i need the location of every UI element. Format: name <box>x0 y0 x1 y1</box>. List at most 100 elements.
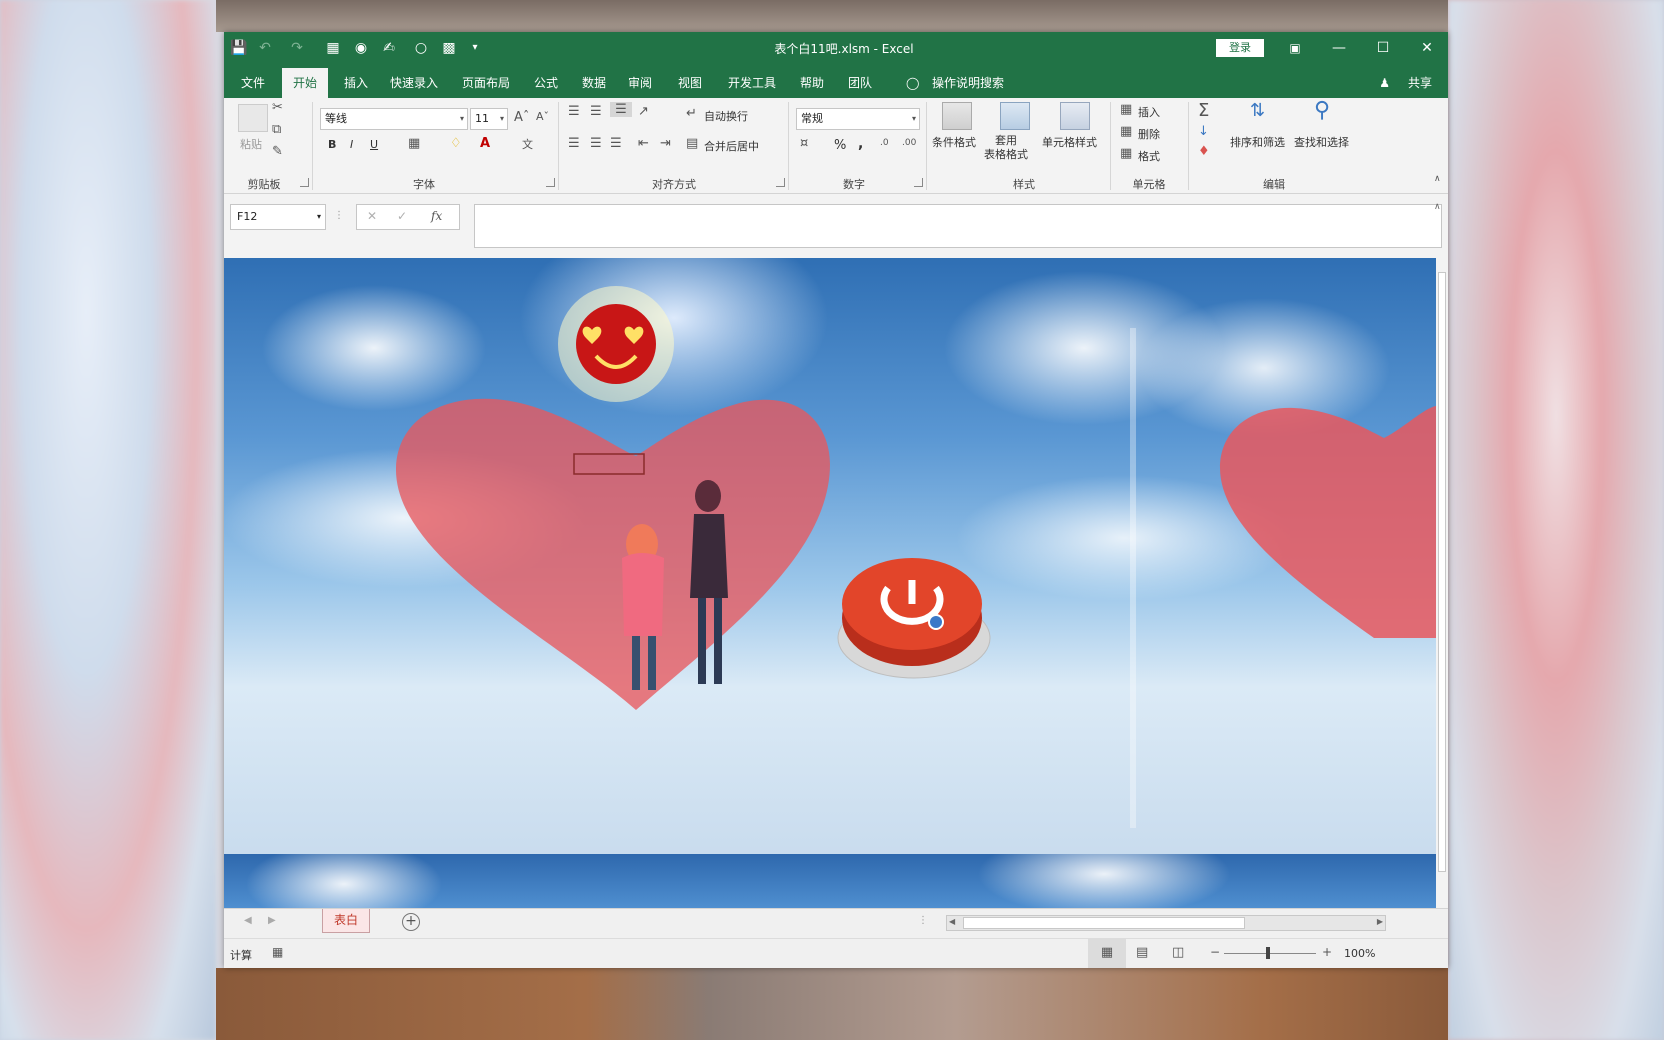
customize-icon[interactable]: ▾ <box>464 38 486 58</box>
prev-sheet-icon[interactable]: ◀ <box>244 915 252 926</box>
align-left-icon[interactable]: ☰ <box>568 136 580 151</box>
delete-cells-button[interactable]: 删除 <box>1138 126 1160 142</box>
font-size-select[interactable]: 11 ▾ <box>470 108 508 130</box>
format-cells-button[interactable]: 格式 <box>1138 148 1160 164</box>
insert-cells-button[interactable]: 插入 <box>1138 104 1160 120</box>
ribbon-display-icon[interactable]: ▣ <box>1282 38 1308 58</box>
form-icon[interactable]: ✍ <box>378 38 400 58</box>
tab-view[interactable]: 视图 <box>674 72 706 98</box>
cell-styles-button[interactable]: 单元格样式 <box>1042 134 1097 150</box>
currency-icon[interactable]: ¤ <box>800 136 808 151</box>
tell-me-search[interactable]: 操作说明搜索 <box>932 72 1004 94</box>
format-cells-icon[interactable]: ▦ <box>1120 146 1132 161</box>
close-icon[interactable]: ✕ <box>1414 38 1440 58</box>
find-select-icon[interactable]: ⚲ <box>1314 98 1330 123</box>
tab-home[interactable]: 开始 <box>282 68 328 98</box>
calculate-status[interactable]: 计算 <box>230 947 252 963</box>
smiley-icon[interactable] <box>576 304 656 384</box>
tab-page-layout[interactable]: 页面布局 <box>458 72 514 98</box>
align-top-icon[interactable]: ☰ <box>568 104 580 119</box>
name-box[interactable]: F12 ▾ <box>230 204 326 230</box>
format-painter-icon[interactable]: ✎ <box>272 144 283 159</box>
page-break-view-icon[interactable]: ◫ <box>1172 945 1184 960</box>
tab-file[interactable]: 文件 <box>238 72 268 98</box>
decrease-font-icon[interactable]: Aˇ <box>536 110 549 123</box>
tab-quick-input[interactable]: 快速录入 <box>386 72 442 98</box>
maximize-icon[interactable]: ☐ <box>1370 38 1396 58</box>
comma-button[interactable]: , <box>858 136 863 152</box>
zoom-in-icon[interactable]: + <box>1322 945 1332 959</box>
table-icon[interactable]: ▦ <box>322 38 344 58</box>
paste-icon[interactable] <box>238 104 268 132</box>
tab-developer[interactable]: 开发工具 <box>724 72 780 98</box>
undo-icon[interactable]: ↶ <box>254 38 276 58</box>
clear-icon[interactable]: ♦ <box>1198 144 1210 159</box>
tab-insert[interactable]: 插入 <box>340 72 372 98</box>
number-format-select[interactable]: 常规 ▾ <box>796 108 920 130</box>
redo-icon[interactable]: ↷ <box>286 38 308 58</box>
format-as-table-button[interactable]: 套用 表格格式 <box>984 134 1028 162</box>
scroll-right-icon[interactable]: ▶ <box>1377 917 1383 926</box>
conditional-format-icon[interactable] <box>942 102 972 130</box>
horizontal-scrollbar[interactable]: ◀ ▶ <box>946 915 1386 931</box>
cancel-icon[interactable]: ✕ <box>367 209 377 223</box>
number-launcher[interactable] <box>914 178 923 187</box>
cell-styles-icon[interactable] <box>1060 102 1090 130</box>
tab-formulas[interactable]: 公式 <box>530 72 562 98</box>
clipboard-launcher[interactable] <box>300 178 309 187</box>
font-color-icon[interactable]: A <box>480 136 490 151</box>
conditional-format-button[interactable]: 条件格式 <box>932 134 976 150</box>
formula-bar-splitter[interactable]: ⋮ <box>334 210 344 221</box>
paste-label[interactable]: 粘贴 <box>240 136 262 152</box>
increase-decimal-icon[interactable]: .0 <box>880 138 889 148</box>
scroll-left-icon[interactable]: ◀ <box>949 917 955 926</box>
italic-button[interactable]: I <box>350 138 353 151</box>
tab-review[interactable]: 审阅 <box>624 72 656 98</box>
sheet-tab-biaobai[interactable]: 表白 <box>322 909 370 933</box>
expand-formula-icon[interactable]: ∧ <box>1434 202 1441 212</box>
macro-record-icon[interactable]: ▦ <box>272 945 283 959</box>
orientation-icon[interactable]: ↗ <box>638 104 649 119</box>
autosum-icon[interactable]: Σ <box>1198 100 1209 121</box>
increase-indent-icon[interactable]: ⇥ <box>660 136 671 151</box>
decrease-decimal-icon[interactable]: .00 <box>902 138 916 148</box>
collapse-ribbon-icon[interactable]: ∧ <box>1434 174 1441 184</box>
circle-icon[interactable]: ○ <box>410 38 432 58</box>
tab-splitter[interactable]: ⋮ <box>918 915 928 926</box>
worksheet-area[interactable] <box>224 258 1436 908</box>
chart-icon[interactable]: ▩ <box>438 38 460 58</box>
merge-center-button[interactable]: 合并后居中 <box>704 138 759 154</box>
sort-filter-icon[interactable]: ⇅ <box>1250 100 1265 121</box>
page-layout-view-icon[interactable]: ▤ <box>1136 945 1148 960</box>
format-as-table-icon[interactable] <box>1000 102 1030 130</box>
share-button[interactable]: 共享 <box>1408 72 1432 94</box>
wrap-text-button[interactable]: 自动换行 <box>704 108 748 124</box>
percent-button[interactable]: % <box>834 138 846 153</box>
insert-function-icon[interactable]: fx <box>431 209 442 223</box>
tab-data[interactable]: 数据 <box>578 72 610 98</box>
find-select-button[interactable]: 查找和选择 <box>1294 134 1349 150</box>
zoom-slider-thumb[interactable] <box>1266 947 1270 959</box>
font-name-select[interactable]: 等线 ▾ <box>320 108 468 130</box>
font-launcher[interactable] <box>546 178 555 187</box>
align-middle-icon[interactable]: ☰ <box>590 104 602 119</box>
copy-icon[interactable]: ⧉ <box>272 122 281 137</box>
enter-icon[interactable]: ✓ <box>397 209 407 223</box>
camera-icon[interactable]: ◉ <box>350 38 372 58</box>
horizontal-scroll-thumb[interactable] <box>963 917 1245 929</box>
sort-filter-button[interactable]: 排序和筛选 <box>1230 134 1285 150</box>
next-sheet-icon[interactable]: ▶ <box>268 915 276 926</box>
underline-button[interactable]: U <box>370 138 378 151</box>
align-right-icon[interactable]: ☰ <box>610 136 622 151</box>
minimize-icon[interactable]: — <box>1326 38 1352 58</box>
zoom-out-icon[interactable]: − <box>1210 945 1220 959</box>
alignment-launcher[interactable] <box>776 178 785 187</box>
align-bottom-icon[interactable]: ☰ <box>610 102 632 117</box>
zoom-level[interactable]: 100% <box>1344 947 1375 960</box>
formula-input[interactable] <box>474 204 1442 248</box>
phonetic-icon[interactable]: 文 <box>522 136 533 152</box>
tab-help[interactable]: 帮助 <box>796 72 828 98</box>
save-icon[interactable]: 💾 <box>228 38 250 58</box>
bold-button[interactable]: B <box>328 138 336 151</box>
tab-team[interactable]: 团队 <box>844 72 876 98</box>
